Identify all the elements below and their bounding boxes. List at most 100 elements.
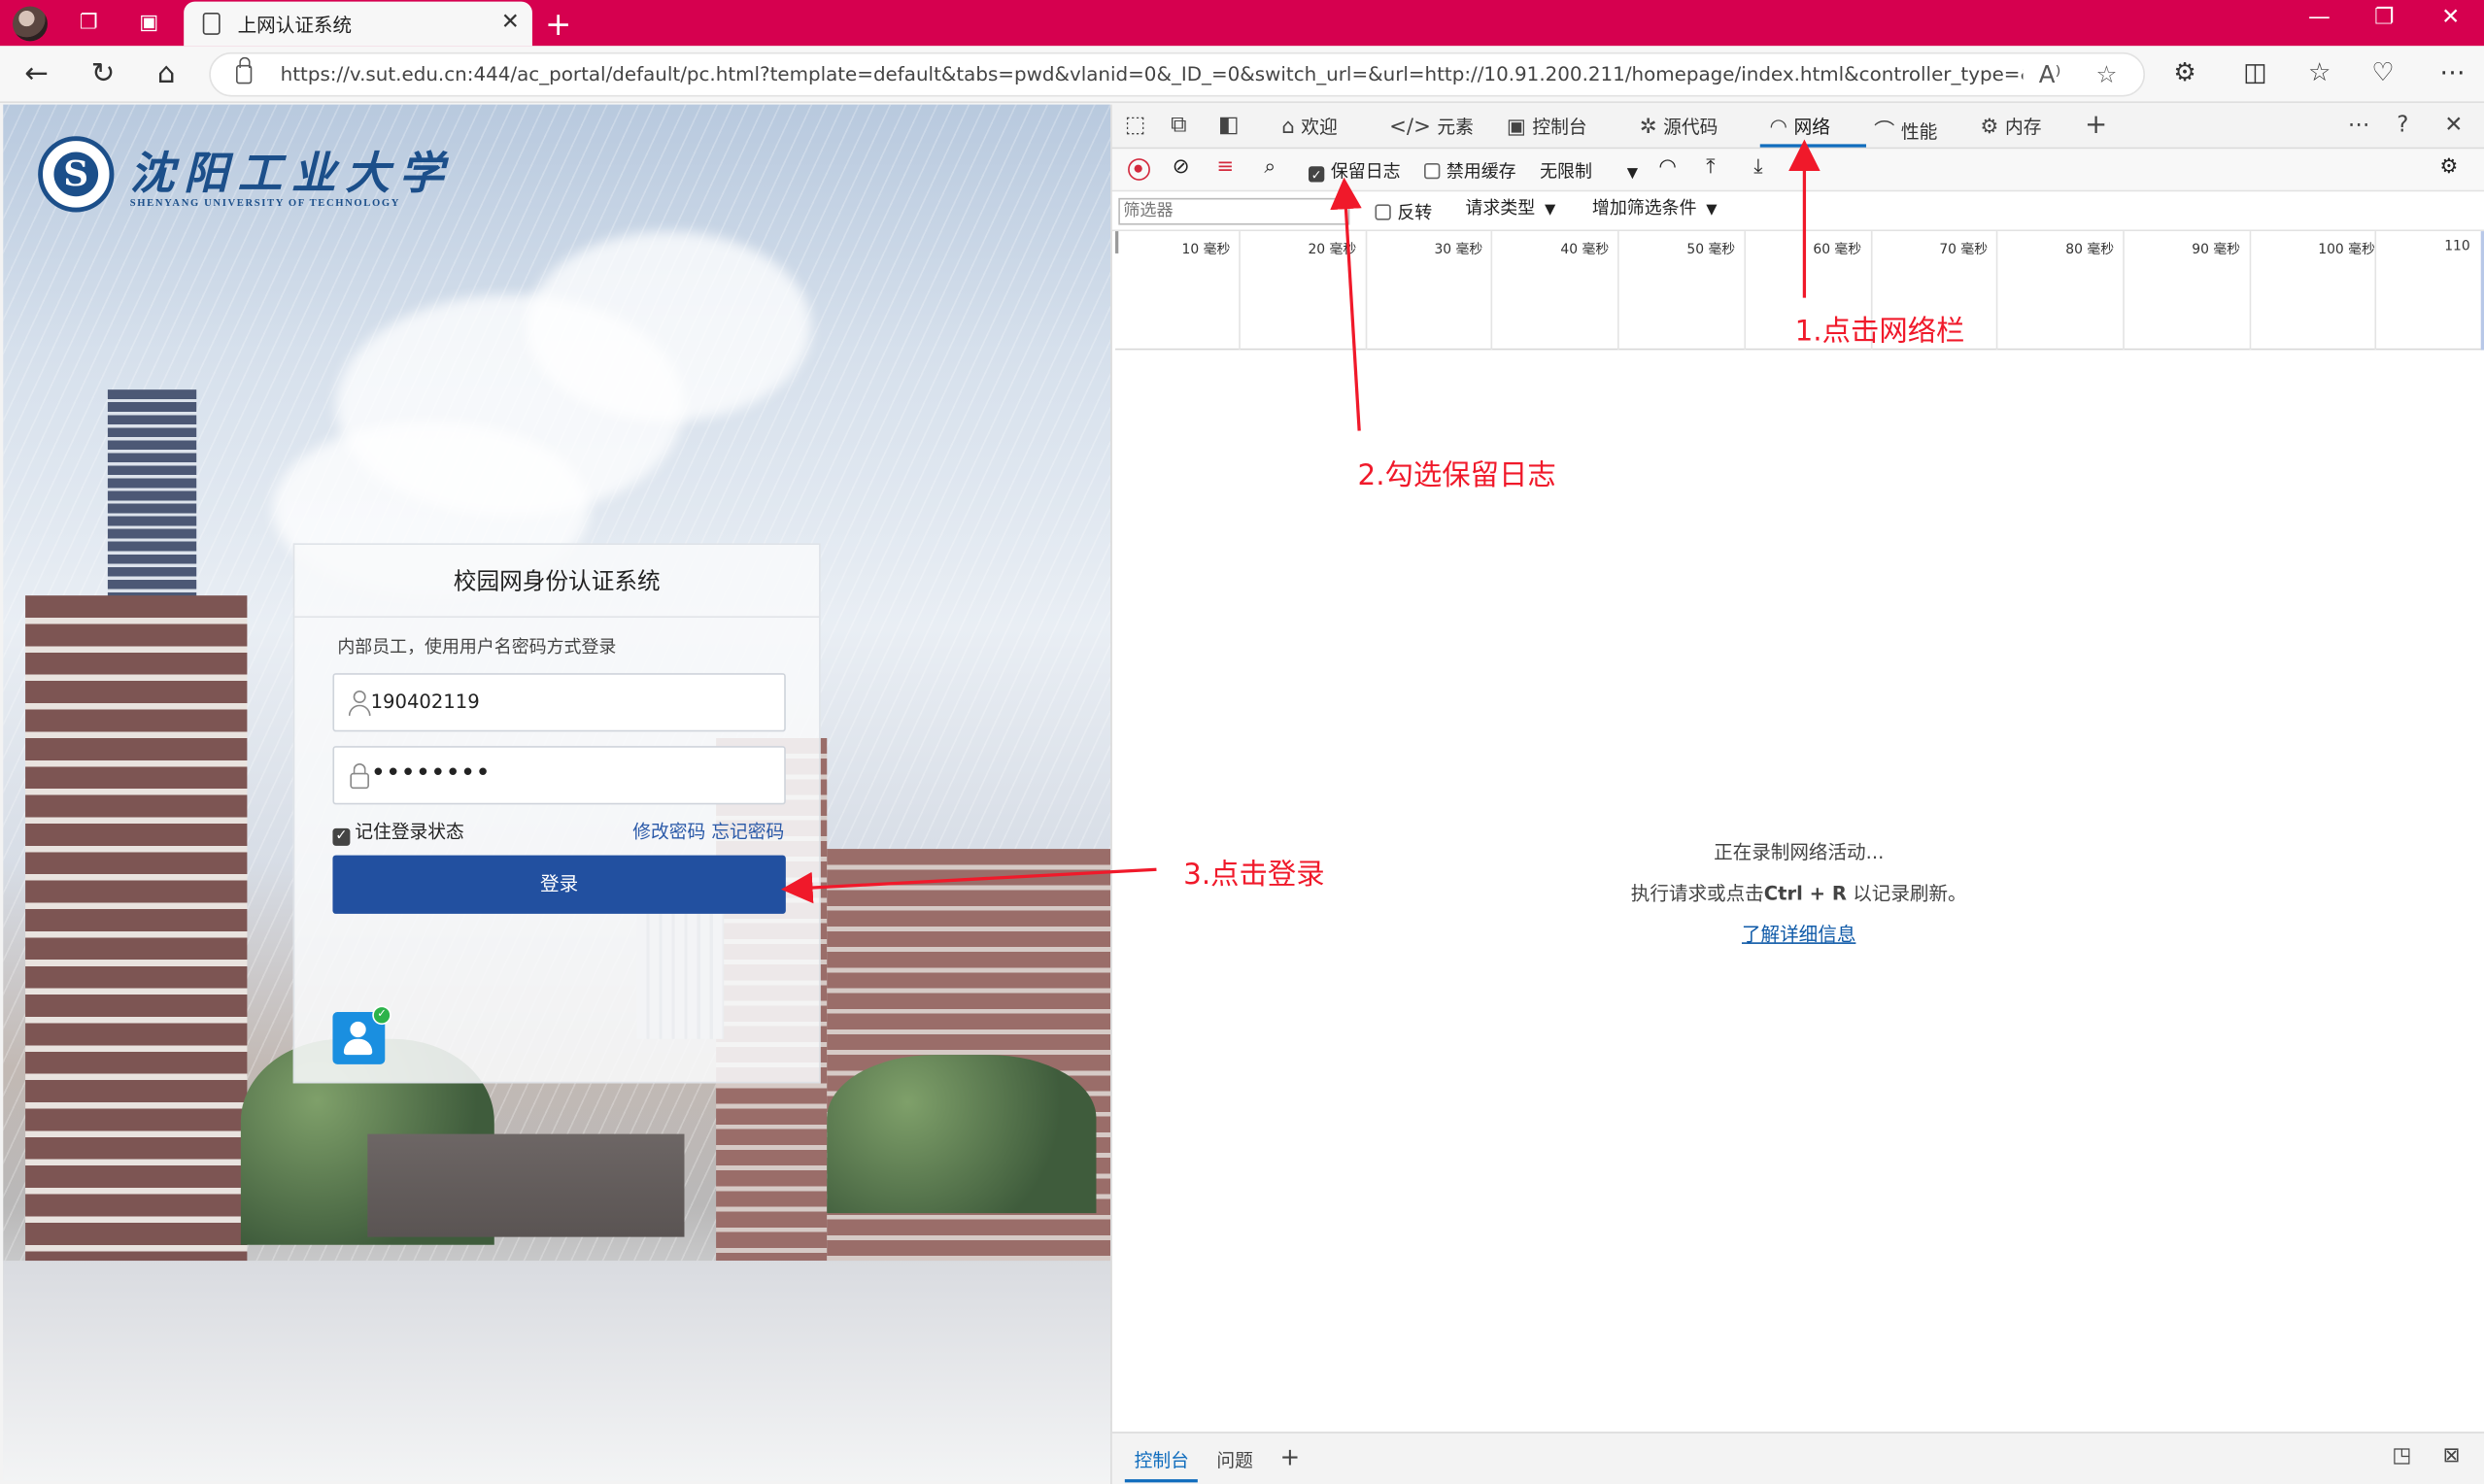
logo-chinese: 沈阳工业大学	[129, 147, 454, 200]
filter-icon[interactable]: ≡	[1216, 155, 1234, 179]
network-conditions-icon[interactable]: ◠	[1658, 155, 1676, 179]
invert-toggle[interactable]: 反转	[1375, 199, 1432, 224]
document-icon	[202, 13, 221, 35]
timeline-gridline	[2248, 231, 2251, 351]
tab-active[interactable]: 上网认证系统 ✕	[184, 1, 532, 47]
timeline-gridline	[1617, 231, 1619, 351]
navigation-bar: ← ↻ ⌂ https://v.sut.edu.cn:444/ac_portal…	[0, 46, 2484, 103]
tab-title: 上网认证系统	[237, 14, 353, 37]
user-icon	[347, 689, 372, 717]
address-bar[interactable]: https://v.sut.edu.cn:444/ac_portal/defau…	[209, 51, 2146, 97]
dropdown-arrow-icon: ▼	[1544, 202, 1556, 219]
tower-top	[107, 389, 197, 612]
favorites-icon[interactable]: ☆	[2308, 57, 2331, 87]
user-login-icon[interactable]: ✓	[332, 1005, 391, 1064]
request-types-dropdown[interactable]: 请求类型 ▼	[1465, 195, 1555, 220]
disable-cache-checkbox[interactable]	[1424, 162, 1441, 180]
dock-icon[interactable]: ◧	[1218, 113, 1240, 138]
dock-drawer-icon[interactable]: ◳	[2392, 1444, 2411, 1467]
forgot-password-link[interactable]: 忘记密码	[711, 821, 784, 843]
tab-performance[interactable]: ⌒ 性能	[1874, 114, 1937, 144]
filter-bar: 筛选器 反转 请求类型 ▼ 增加筛选条件 ▼	[1111, 191, 2484, 232]
username-value[interactable]: 190402119	[371, 691, 480, 713]
add-drawer-tab-icon[interactable]: +	[1280, 1443, 1301, 1471]
device-emulation-icon[interactable]: ⧉	[1171, 113, 1186, 138]
close-window-button[interactable]: ✕	[2427, 5, 2474, 30]
devtools-tabbar: ⬚ ⧉ ◧ ⌂ 欢迎 </> 元素 ▣ 控制台 ✲ 源代码 ◠ 网络 ⌒ 性能 ⚙ 内存 + …	[1111, 104, 2484, 150]
import-icon[interactable]: ⤒	[1706, 155, 1715, 179]
tab-elements[interactable]: </> 元素	[1389, 114, 1474, 139]
drawer-tab-issues[interactable]: 问题	[1216, 1447, 1253, 1472]
browser-essentials-icon[interactable]: ♡	[2371, 57, 2394, 87]
url-text[interactable]: https://v.sut.edu.cn:444/ac_portal/defau…	[281, 63, 2024, 85]
help-icon[interactable]: ?	[2397, 113, 2408, 138]
new-tab-button[interactable]: +	[545, 5, 571, 43]
search-icon[interactable]: ⌕	[1264, 155, 1276, 179]
login-page: 沈阳工业大学 SHENYANG UNIVERSITY OF TECHNOLOGY…	[3, 104, 1111, 1481]
minimize-button[interactable]: —	[2296, 5, 2343, 30]
shortcut-key: Ctrl + R	[1763, 882, 1847, 905]
timeline-label: 90 毫秒	[2192, 242, 2241, 258]
back-arrow-icon[interactable]: ←	[19, 57, 54, 92]
drawer-tab-console[interactable]: 控制台	[1135, 1447, 1189, 1472]
split-screen-icon[interactable]: ◫	[2243, 57, 2267, 87]
change-password-link[interactable]: 修改密码	[632, 821, 705, 843]
timeline-label: 10 毫秒	[1181, 242, 1231, 258]
active-drawer-indicator	[1124, 1479, 1198, 1483]
tab-sources[interactable]: ✲ 源代码	[1640, 114, 1718, 139]
password-field[interactable]: ••••••••	[332, 746, 786, 805]
record-icon[interactable]	[1128, 158, 1150, 181]
timeline-label: 20 毫秒	[1308, 242, 1357, 258]
tower-building	[25, 595, 248, 1356]
more-menu-icon[interactable]: ⋯	[2439, 57, 2465, 87]
tab-network[interactable]: ◠ 网络	[1770, 114, 1831, 139]
throttle-select[interactable]: 无限制 ▼	[1540, 158, 1638, 184]
close-devtools-icon[interactable]: ✕	[2444, 113, 2463, 138]
export-icon[interactable]: ⤓	[1753, 155, 1762, 179]
timeline-marker	[1115, 231, 1119, 253]
password-value[interactable]: ••••••••	[371, 757, 491, 787]
lock-icon[interactable]	[235, 56, 253, 84]
more-tools-icon[interactable]: +	[2085, 110, 2107, 142]
restore-button[interactable]: ❐	[2361, 5, 2408, 30]
settings-gear-icon[interactable]: ⚙	[2439, 155, 2458, 179]
close-drawer-icon[interactable]: ⊠	[2443, 1444, 2461, 1467]
disable-cache-toggle[interactable]: 禁用缓存	[1424, 158, 1516, 184]
username-field[interactable]: 190402119	[332, 673, 786, 732]
tab-welcome[interactable]: ⌂ 欢迎	[1281, 114, 1338, 139]
console-icon: ▣	[1506, 116, 1526, 140]
code-icon: </>	[1389, 116, 1431, 140]
preserve-log-checkbox[interactable]: ✓	[1308, 166, 1325, 183]
chip-icon: ⚙	[1980, 116, 1999, 140]
university-seal-icon	[38, 136, 115, 213]
extensions-icon[interactable]: ⚙	[2173, 57, 2195, 87]
preserve-log-toggle[interactable]: ✓ 保留日志	[1308, 158, 1401, 184]
more-options-icon[interactable]: ⋯	[2348, 113, 2370, 138]
tab-memory[interactable]: ⚙ 内存	[1980, 114, 2041, 139]
workspaces-icon[interactable]: ❐	[73, 8, 105, 40]
remember-label: 记住登录状态	[355, 820, 464, 843]
learn-more-link[interactable]: 了解详细信息	[1112, 920, 2484, 947]
filter-input[interactable]: 筛选器	[1118, 197, 1350, 225]
account-links: 修改密码 忘记密码	[632, 819, 784, 844]
home-icon[interactable]: ⌂	[149, 57, 184, 92]
refresh-icon[interactable]: ↻	[85, 57, 120, 92]
inspect-icon[interactable]: ⬚	[1125, 113, 1146, 138]
read-aloud-icon[interactable]: A⁾	[2039, 60, 2061, 88]
tab-console[interactable]: ▣ 控制台	[1507, 114, 1587, 139]
remember-login[interactable]: ✓ 记住登录状态	[332, 819, 464, 846]
login-button[interactable]: 登录	[332, 855, 786, 914]
home-icon: ⌂	[1281, 116, 1295, 140]
timeline-label: 110	[2444, 239, 2470, 255]
profile-avatar[interactable]	[13, 6, 48, 42]
browser-title-bar: ❐ ▣ 上网认证系统 ✕ + — ❐ ✕	[0, 0, 2484, 47]
tab-actions-icon[interactable]: ▣	[133, 8, 165, 40]
remember-checkbox[interactable]: ✓	[332, 827, 351, 846]
timeline-gridline	[1491, 231, 1493, 351]
favorite-star-icon[interactable]: ☆	[2095, 60, 2117, 88]
close-tab-icon[interactable]: ✕	[501, 10, 520, 35]
invert-checkbox[interactable]	[1375, 204, 1391, 220]
login-card-title: 校园网身份认证系统	[453, 570, 661, 596]
clear-icon[interactable]: ⊘	[1173, 155, 1190, 179]
more-filters-dropdown[interactable]: 增加筛选条件 ▼	[1592, 195, 1718, 220]
